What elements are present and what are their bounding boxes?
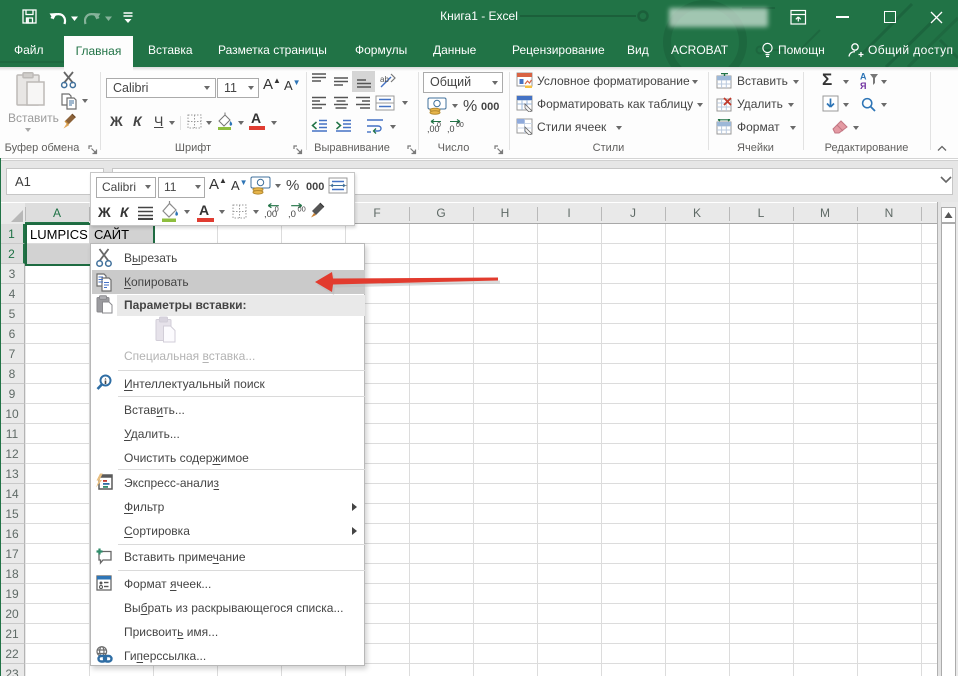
svg-text:0: 0 bbox=[437, 122, 441, 129]
svg-text:Я: Я bbox=[860, 81, 866, 90]
svg-text:00: 00 bbox=[298, 204, 306, 213]
svg-text:0: 0 bbox=[275, 204, 279, 213]
svg-text:00: 00 bbox=[456, 122, 464, 129]
svg-text:,0: ,0 bbox=[288, 209, 296, 220]
svg-text:,0: ,0 bbox=[447, 124, 455, 134]
svg-text:ab: ab bbox=[380, 75, 389, 84]
svg-text:А: А bbox=[860, 72, 867, 82]
